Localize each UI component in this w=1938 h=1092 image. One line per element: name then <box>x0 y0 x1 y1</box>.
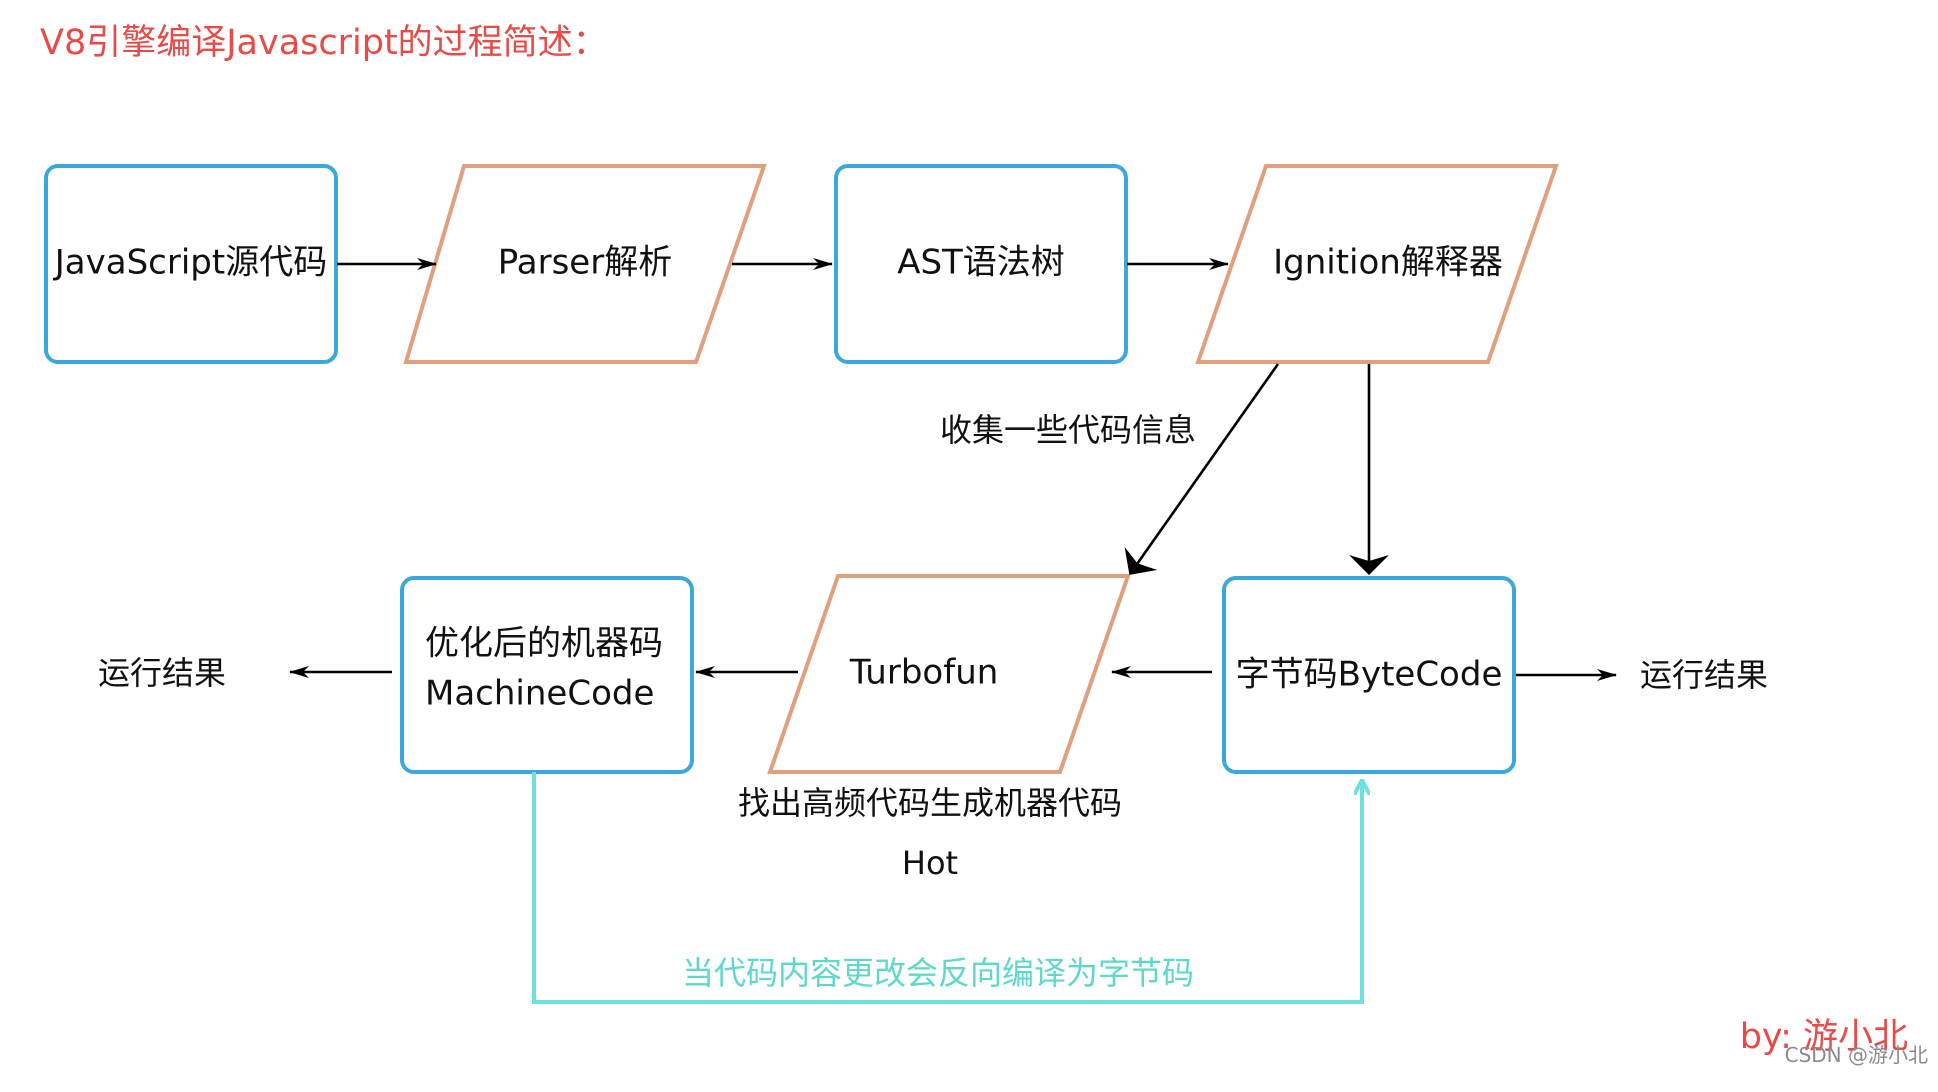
result-right-label: 运行结果 <box>1640 656 1768 694</box>
arrow-ignition-to-turbofan <box>1124 363 1280 575</box>
deopt-label: 当代码内容更改会反向编译为字节码 <box>682 954 1194 992</box>
ast-node: AST语法树 <box>834 164 1128 364</box>
diagram-title: V8引擎编译Javascript的过程简述： <box>40 23 608 63</box>
ignition-node: Ignition解释器 <box>1195 164 1559 364</box>
watermark-label: CSDN @游小北 <box>1785 1043 1928 1067</box>
hot-label: Hot <box>902 844 958 882</box>
ast-label: AST语法树 <box>897 243 1065 283</box>
js-source-label: JavaScript源代码 <box>53 243 327 283</box>
machine-code-node: 优化后的机器码 MachineCode <box>400 576 694 774</box>
js-source-node: JavaScript源代码 <box>44 164 338 364</box>
result-left-label: 运行结果 <box>98 654 226 692</box>
v8-compilation-diagram: V8引擎编译Javascript的过程简述： JavaScript源代码 Par… <box>40 23 1928 1067</box>
machine-code-label-line1: 优化后的机器码 <box>425 624 663 664</box>
machine-code-label-line2: MachineCode <box>425 674 654 714</box>
turbofan-node: Turbofun <box>767 574 1131 774</box>
bytecode-label: 字节码ByteCode <box>1236 655 1503 695</box>
turbofan-label: Turbofun <box>849 653 999 693</box>
hot-code-label: 找出高频代码生成机器代码 <box>738 784 1122 822</box>
parser-node: Parser解析 <box>403 164 767 364</box>
collect-info-label: 收集一些代码信息 <box>940 411 1196 449</box>
parser-label: Parser解析 <box>498 243 672 283</box>
bytecode-node: 字节码ByteCode <box>1222 576 1516 774</box>
ignition-label: Ignition解释器 <box>1273 243 1503 283</box>
